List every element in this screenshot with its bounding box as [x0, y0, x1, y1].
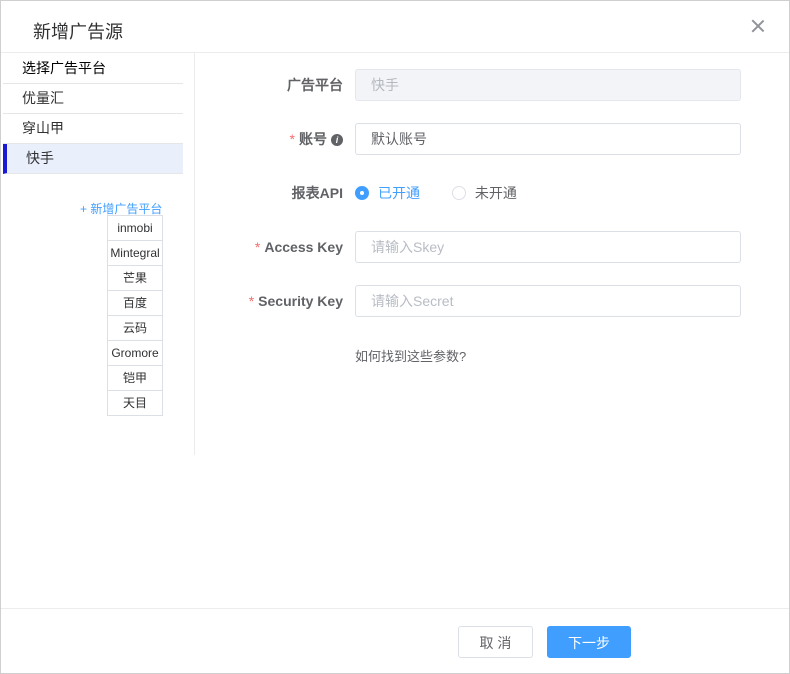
required-mark: * [254, 239, 261, 255]
platform-option-mintegral[interactable]: Mintegral [107, 241, 163, 266]
report-api-label: 报表API [291, 185, 343, 201]
dialog-title: 新增广告源 [33, 22, 123, 42]
radio-disabled[interactable]: 未开通 [451, 177, 517, 209]
form-row-report-api: 报表API 已开通 未开通 [201, 177, 741, 209]
info-icon[interactable]: i [331, 134, 343, 146]
form-row-security-key: * Security Key 请输入Secret [201, 285, 741, 317]
access-key-input[interactable]: 请输入Skey [355, 231, 741, 263]
form-row-access-key: * Access Key 请输入Skey [201, 231, 741, 263]
platform-option-yunma[interactable]: 云码 [107, 316, 163, 341]
footer-divider [1, 608, 789, 609]
platform-option-list: inmobi Mintegral 芒果 百度 云码 Gromore 铠甲 天目 [107, 215, 163, 416]
sidebar-item-youlianghui[interactable]: 优量汇 [3, 84, 183, 114]
cancel-button[interactable]: 取 消 [458, 626, 533, 658]
required-mark: * [289, 131, 295, 147]
platform-label: 广告平台 [287, 77, 343, 93]
security-key-input[interactable]: 请输入Secret [355, 285, 741, 317]
next-step-button[interactable]: 下一步 [547, 626, 631, 658]
account-label: * 账号 i [290, 123, 343, 155]
dialog-header: 新增广告源 [1, 1, 789, 53]
account-input[interactable]: 默认账号 [355, 123, 741, 155]
help-link[interactable]: 如何找到这些参数? [355, 346, 466, 365]
form-row-platform: 广告平台 快手 [201, 69, 741, 101]
platform-option-inmobi[interactable]: inmobi [107, 215, 163, 241]
platform-input: 快手 [355, 69, 741, 101]
sidebar-header: 选择广告平台 [3, 53, 183, 84]
access-key-label: * Access Key [254, 239, 343, 255]
sidebar-divider [194, 53, 195, 455]
security-key-label: * Security Key [248, 293, 343, 309]
platform-option-mangguo[interactable]: 芒果 [107, 266, 163, 291]
required-mark: * [248, 293, 255, 309]
platform-option-kaijia[interactable]: 铠甲 [107, 366, 163, 391]
close-icon[interactable] [751, 19, 765, 33]
radio-enabled[interactable]: 已开通 [355, 177, 420, 209]
add-ad-source-dialog: 新增广告源 选择广告平台 优量汇 穿山甲 快手 + 新增广告平台 inmobi … [0, 0, 790, 674]
sidebar-item-chuanshanjia[interactable]: 穿山甲 [3, 114, 183, 144]
form-row-account: * 账号 i 默认账号 [201, 123, 741, 155]
platform-option-tianmu[interactable]: 天目 [107, 391, 163, 416]
platform-sidebar: 选择广告平台 优量汇 穿山甲 快手 [3, 53, 183, 174]
platform-option-baidu[interactable]: 百度 [107, 291, 163, 316]
sidebar-item-kuaishou[interactable]: 快手 [3, 144, 183, 174]
report-api-radio-group: 已开通 未开通 [355, 177, 545, 209]
platform-option-gromore[interactable]: Gromore [107, 341, 163, 366]
